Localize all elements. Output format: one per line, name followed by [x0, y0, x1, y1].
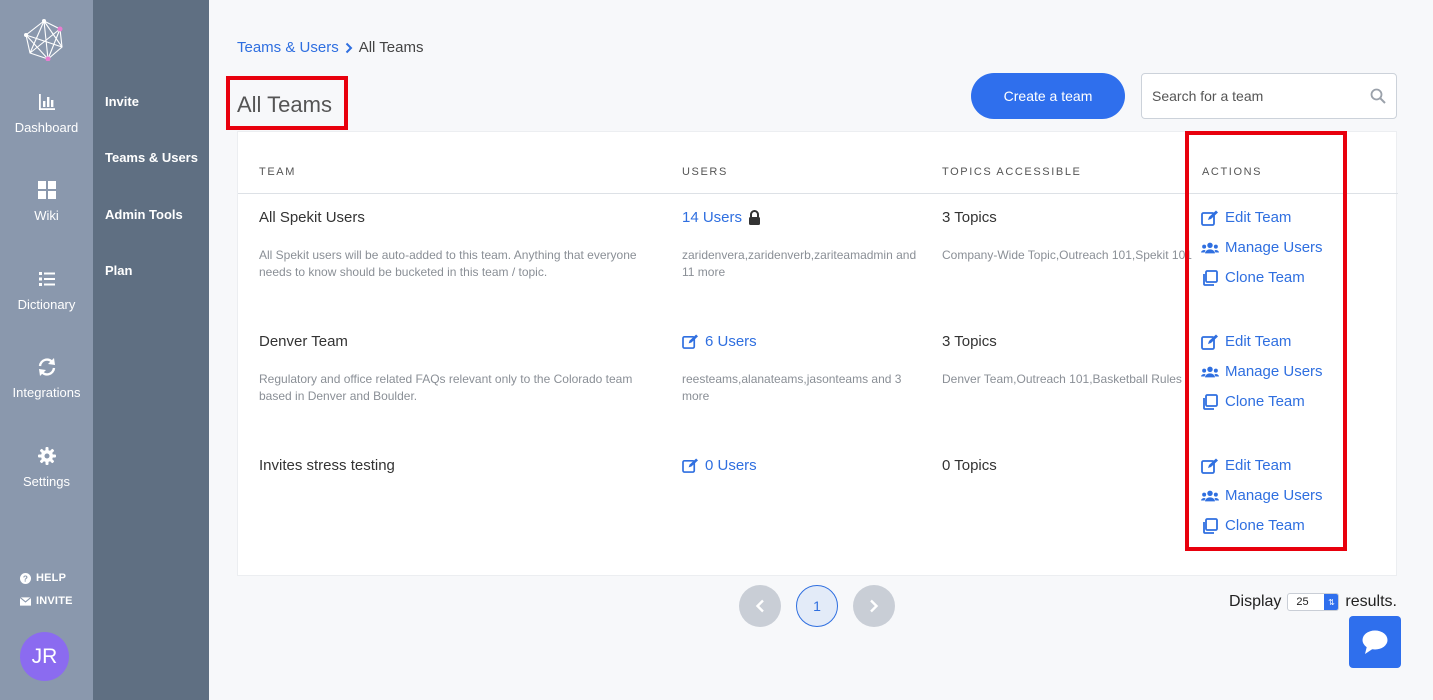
topics-count: 0 Topics: [942, 457, 997, 474]
users-list: reesteams,alanateams,jasonteams and 3 mo…: [682, 372, 902, 403]
topics-count: 3 Topics: [942, 333, 997, 350]
topics-list: Company-Wide Topic,Outreach 101,Spekit 1…: [942, 248, 1192, 262]
users-link[interactable]: 0 Users: [682, 457, 757, 474]
team-description: Regulatory and office related FAQs relev…: [259, 372, 633, 403]
actions-highlight-box: [1185, 131, 1347, 551]
team-name: All Spekit Users: [259, 209, 365, 226]
breadcrumb-parent-link[interactable]: Teams & Users: [237, 39, 339, 56]
edit-icon: [682, 458, 698, 473]
svg-text:?: ?: [23, 574, 28, 583]
secondary-nav: Invite Teams & Users Admin Tools Plan: [93, 0, 209, 700]
chat-button[interactable]: [1349, 616, 1401, 668]
users-link[interactable]: 6 Users: [682, 333, 757, 350]
list-icon: [38, 272, 55, 286]
title-highlight-box: [226, 76, 348, 130]
chart-icon: [38, 94, 55, 110]
results-per-page-select[interactable]: 25 ⇅: [1287, 593, 1340, 611]
sync-icon: [38, 358, 55, 376]
subnav-item-invite[interactable]: Invite: [105, 94, 139, 109]
lock-icon: [749, 210, 761, 225]
chat-bubble-icon: [1362, 630, 1388, 654]
rail-item-integrations[interactable]: Integrations: [0, 357, 93, 400]
next-page-button[interactable]: [853, 585, 895, 627]
column-header-team: TEAM: [259, 166, 296, 178]
users-count[interactable]: 0 Users: [705, 457, 757, 474]
results-per-page: Display 25 ⇅ results.: [1229, 593, 1397, 611]
column-header-users: USERS: [682, 166, 728, 178]
help-link[interactable]: ? HELP: [20, 572, 66, 584]
envelope-icon: [20, 596, 31, 606]
invite-label: INVITE: [36, 595, 73, 607]
users-list: zaridenvera,zaridenverb,zariteamadmin an…: [682, 248, 917, 279]
search-input[interactable]: [1152, 88, 1370, 104]
topics-list: Denver Team,Outreach 101,Basketball Rule…: [942, 372, 1182, 386]
users-count[interactable]: 14 Users: [682, 209, 742, 226]
breadcrumb-current: All Teams: [358, 39, 424, 56]
spekit-logo[interactable]: [24, 19, 64, 61]
chevron-right-icon: [870, 599, 879, 613]
chevron-left-icon: [755, 599, 764, 613]
chevron-right-icon: [345, 42, 353, 53]
subnav-item-admin-tools[interactable]: Admin Tools: [105, 207, 183, 222]
rail-item-dictionary[interactable]: Dictionary: [0, 269, 93, 312]
search-icon[interactable]: [1370, 88, 1386, 104]
team-name: Invites stress testing: [259, 457, 395, 474]
subnav-item-teams-users[interactable]: Teams & Users: [105, 150, 198, 165]
rail-label: Integrations: [12, 385, 81, 400]
results-per-page-value: 25: [1296, 596, 1309, 608]
breadcrumb: Teams & Users All Teams: [237, 39, 423, 56]
page-number-button[interactable]: 1: [796, 585, 838, 627]
grid-icon: [37, 181, 56, 199]
results-label: results.: [1345, 593, 1397, 610]
help-label: HELP: [36, 572, 67, 584]
rail-label: Wiki: [34, 208, 59, 223]
rail-label: Dashboard: [14, 120, 79, 135]
rail-label: Dictionary: [17, 297, 76, 312]
create-team-button[interactable]: Create a team: [971, 73, 1125, 119]
team-description: All Spekit users will be auto-added to t…: [259, 248, 637, 279]
select-arrows-icon: ⇅: [1324, 594, 1339, 610]
rail-item-wiki[interactable]: Wiki: [0, 180, 93, 223]
rail-item-settings[interactable]: Settings: [0, 446, 93, 489]
icon-rail: Dashboard Wiki Dictionary Integrations S…: [0, 0, 93, 700]
avatar[interactable]: JR: [20, 632, 69, 681]
invite-link[interactable]: INVITE: [20, 595, 73, 607]
question-icon: ?: [20, 572, 31, 584]
prev-page-button[interactable]: [739, 585, 781, 627]
subnav-item-plan[interactable]: Plan: [105, 263, 132, 278]
team-search: [1141, 73, 1397, 119]
display-label: Display: [1228, 593, 1282, 610]
topics-count: 3 Topics: [942, 209, 997, 226]
users-count[interactable]: 6 Users: [705, 333, 757, 350]
team-name: Denver Team: [259, 333, 348, 350]
rail-item-dashboard[interactable]: Dashboard: [0, 92, 93, 135]
column-header-topics: TOPICS ACCESSIBLE: [942, 166, 1082, 178]
edit-icon: [682, 334, 698, 349]
gear-icon: [37, 447, 56, 465]
rail-label: Settings: [23, 474, 70, 489]
users-link[interactable]: 14 Users: [682, 209, 761, 226]
